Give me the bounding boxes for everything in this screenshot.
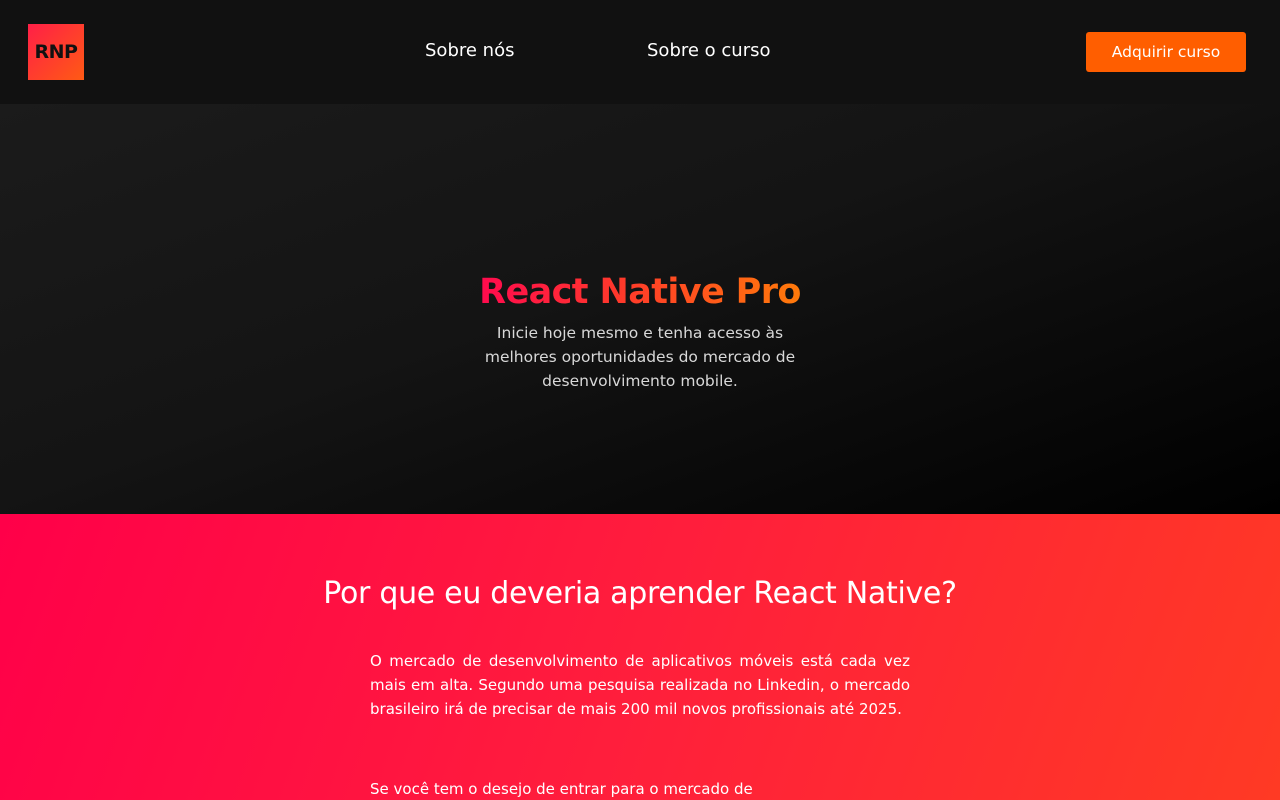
nav-link-course[interactable]: Sobre o curso [647,38,771,64]
nav-link-about[interactable]: Sobre nós [425,38,514,64]
hero-title: React Native Pro [0,268,1280,316]
buy-course-button[interactable]: Adquirir curso [1086,32,1246,72]
why-section: Por que eu deveria aprender React Native… [0,514,1280,800]
hero-section: React Native Pro Inicie hoje mesmo e ten… [0,104,1280,514]
hero-subtitle: Inicie hoje mesmo e tenha acesso às melh… [484,324,796,390]
why-paragraph: Se você tem o desejo de entrar para o me… [370,780,753,798]
why-title: Por que eu deveria aprender React Native… [323,576,957,611]
logo[interactable]: RNP [28,24,84,80]
why-paragraph: O mercado de desenvolvimento de aplicati… [370,652,910,718]
logo-text: RNP [34,41,78,63]
hero-title-text: React Native Pro [479,272,801,312]
site-header: RNP Sobre nós Sobre o curso Adquirir cur… [0,0,1280,104]
